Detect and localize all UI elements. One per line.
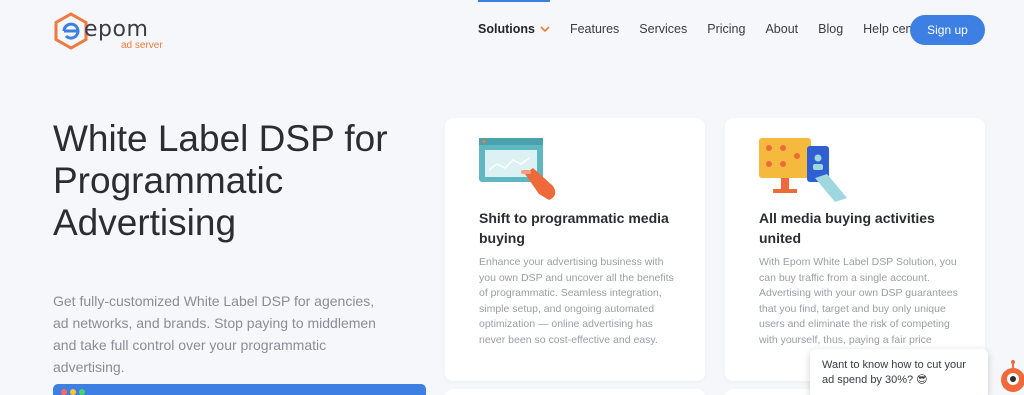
nav-solutions-label: Solutions [478,22,535,36]
logo-subtitle: ad server [121,40,163,51]
site-header: epom ad server Solutions Features Servic… [0,0,1024,62]
chevron-down-icon [540,26,550,33]
card-placeholder [445,389,705,395]
window-dot-icon [61,389,67,395]
window-dot-icon [70,389,76,395]
chat-bot-icon[interactable] [999,360,1024,395]
nav-features[interactable]: Features [570,22,619,36]
nav-solutions[interactable]: Solutions [478,0,550,36]
browser-hand-icon [479,138,556,200]
dashboard-preview [53,384,426,395]
logo-wordmark: epom [84,17,149,42]
nav-blog[interactable]: Blog [818,22,843,36]
card-text: Enhance your advertising business with y… [479,256,674,346]
feature-card-media-buying: All media buying activities united With … [725,118,985,381]
chat-popup[interactable]: Want to know how to cut your ad spend by… [810,349,988,395]
chat-message: Want to know how to cut your ad spend by… [822,359,966,386]
nav-about[interactable]: About [765,22,798,36]
feature-card-programmatic: Shift to programmatic media buying Enhan… [445,118,705,381]
hero-description: Get fully-customized White Label DSP for… [53,293,376,375]
nav-pricing[interactable]: Pricing [707,22,745,36]
hero-title: White Label DSP for Programmatic Adverti… [53,118,388,243]
card-title: All media buying activities united [759,210,935,246]
card-title: Shift to programmatic media buying [479,210,669,246]
sign-up-button[interactable]: Sign up [910,15,985,45]
card-text: With Epom White Label DSP Solution, you … [759,256,958,346]
audience-monitor-icon [759,138,847,202]
nav-services[interactable]: Services [639,22,687,36]
window-dot-icon [79,389,85,395]
main-nav: Solutions Features Services Pricing Abou… [478,0,947,36]
